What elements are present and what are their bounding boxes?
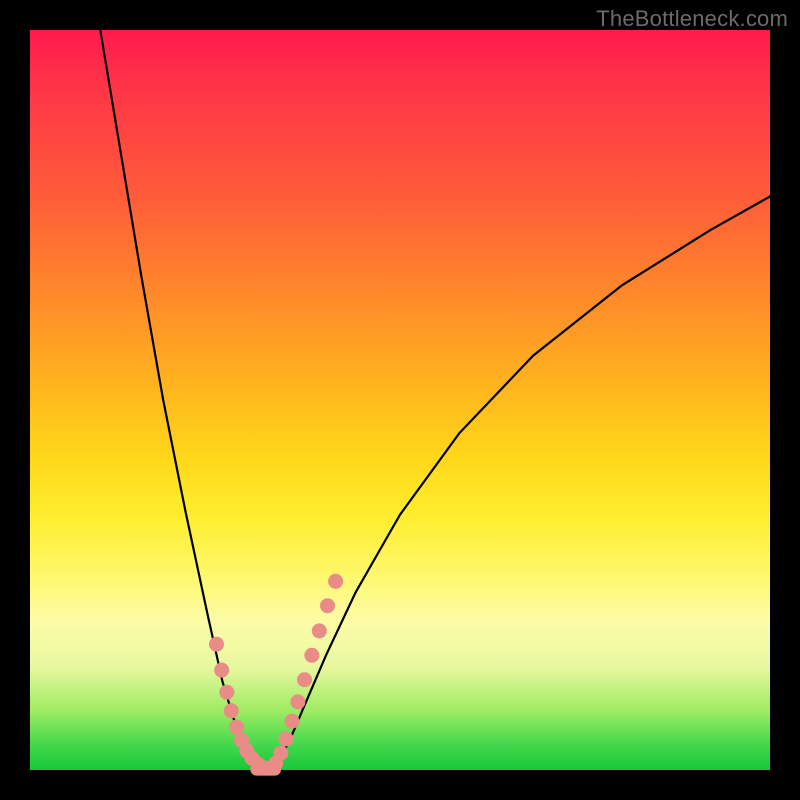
watermark-text: TheBottleneck.com xyxy=(596,6,788,32)
marker-dot xyxy=(209,637,224,652)
marker-dot xyxy=(320,598,335,613)
marker-dot xyxy=(297,672,312,687)
marker-pill xyxy=(263,764,281,776)
marker-dot xyxy=(290,694,305,709)
marker-dot xyxy=(214,663,229,678)
marker-dot xyxy=(312,623,327,638)
marker-dot xyxy=(229,720,244,735)
chart-frame: TheBottleneck.com xyxy=(0,0,800,800)
marker-dot xyxy=(224,703,239,718)
marker-dot xyxy=(219,685,234,700)
marker-dot xyxy=(285,714,300,729)
marker-cluster xyxy=(209,574,343,776)
curve-left-branch xyxy=(100,30,268,770)
marker-dot xyxy=(304,648,319,663)
chart-svg xyxy=(30,30,770,770)
marker-dot xyxy=(279,731,294,746)
chart-plot-area xyxy=(30,30,770,770)
marker-dot xyxy=(328,574,343,589)
curve-right-branch xyxy=(268,197,770,770)
curve-group xyxy=(100,30,770,770)
marker-dot xyxy=(273,746,288,761)
